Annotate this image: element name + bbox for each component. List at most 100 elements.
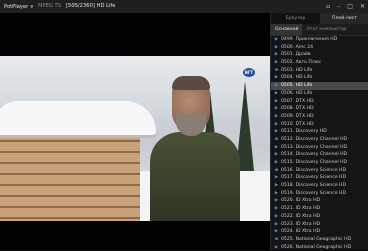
play-icon: ▶ bbox=[274, 52, 279, 58]
playlist-item[interactable]: ▶ 0505. HD Life bbox=[271, 82, 368, 90]
playlist-item-label: 0525. National Geographic HD bbox=[281, 236, 352, 242]
cabin-roof bbox=[0, 101, 156, 135]
play-icon: ▶ bbox=[274, 144, 279, 150]
playlist-item[interactable]: ▶ 0500. Amc 24 bbox=[271, 44, 368, 52]
playlist-item-label: 0503. HD Life bbox=[281, 67, 313, 73]
play-icon: ▶ bbox=[274, 183, 279, 189]
app-name: PotPlayer bbox=[4, 4, 29, 10]
play-icon: ▶ bbox=[274, 121, 279, 127]
playlist-item[interactable]: ▶ 0502. Авто Плюс bbox=[271, 59, 368, 67]
play-icon: ▶ bbox=[274, 113, 279, 119]
playlist-item[interactable]: ▶ 0513. Discovery Channel HD bbox=[271, 144, 368, 152]
play-icon: ▶ bbox=[274, 98, 279, 104]
maximize-icon[interactable]: □ bbox=[347, 0, 353, 13]
playlist-item[interactable]: ▶ 0510. DTX HD bbox=[271, 121, 368, 129]
playlist-item-label: 0523. ID Xtra HD bbox=[281, 221, 321, 227]
play-icon: ▶ bbox=[274, 129, 279, 135]
playlist-panel: Браузер Плей-лист Основной Этот компьюте… bbox=[270, 13, 368, 250]
play-icon: ▶ bbox=[274, 206, 279, 212]
codec-label: MPEG TS bbox=[38, 3, 62, 9]
playlist-item-label: 0506. HD Life bbox=[281, 90, 313, 96]
play-icon: ▶ bbox=[274, 37, 279, 42]
playlist-item-label: 0517. Discovery Science HD bbox=[281, 175, 347, 181]
playlist-item-label: 0510. DTX HD bbox=[281, 121, 314, 127]
playlist-item-label: 0505. HD Life bbox=[281, 83, 313, 89]
playlist-item-label: 0513. Discovery Channel HD bbox=[281, 144, 348, 150]
playlist-item[interactable]: ▶ 0521. ID Xtra HD bbox=[271, 205, 368, 213]
ie-icon: e bbox=[274, 67, 279, 73]
playlist-item[interactable]: ▶ 0519. Discovery Science HD bbox=[271, 190, 368, 198]
playlist-item[interactable]: ▶ 0522. ID Xtra HD bbox=[271, 213, 368, 221]
playlist-item-label: 0512. Discovery Channel HD bbox=[281, 136, 348, 142]
app-menu-button[interactable]: PotPlayer ▼ bbox=[4, 0, 33, 14]
play-icon: ▶ bbox=[274, 175, 279, 181]
play-icon: ▶ bbox=[274, 75, 279, 81]
playlist-item-label: 0516. Discovery Science HD bbox=[281, 167, 347, 173]
playlist-item-label: 0514. Discovery Channel HD bbox=[281, 152, 348, 158]
chevron-down-icon: ▼ bbox=[30, 4, 34, 9]
play-icon: ▶ bbox=[274, 44, 279, 50]
playlist-item[interactable]: ▶ 0509. DTX HD bbox=[271, 113, 368, 121]
window-controls: ▫ – □ ✕ bbox=[326, 0, 365, 13]
ie-icon: e bbox=[274, 136, 279, 142]
play-icon: ▶ bbox=[274, 213, 279, 219]
play-icon: ▶ bbox=[274, 60, 279, 66]
ie-icon: e bbox=[274, 167, 279, 173]
playlist-item[interactable]: e 0512. Discovery Channel HD bbox=[271, 136, 368, 144]
play-icon: ▶ bbox=[274, 90, 279, 96]
playlist-item[interactable]: ▶ 0517. Discovery Science HD bbox=[271, 174, 368, 182]
play-icon: ▶ bbox=[274, 229, 279, 235]
play-icon: ▶ bbox=[274, 106, 279, 112]
subtab-main[interactable]: Основной bbox=[271, 24, 303, 35]
playlist-item-label: 0507. DTX HD bbox=[281, 98, 314, 104]
video-area[interactable]: ВГТ bbox=[0, 13, 270, 250]
playlist-item-label: 0518. Discovery Science HD bbox=[281, 183, 347, 189]
video-cabin bbox=[0, 101, 156, 221]
playlist-item[interactable]: ▶ 0520. ID Xtra HD bbox=[271, 197, 368, 205]
play-icon: ▶ bbox=[274, 152, 279, 158]
playlist-item[interactable]: ▶ 0499. Приключения HD bbox=[271, 36, 368, 44]
playlist-item-label: 0524. ID Xtra HD bbox=[281, 229, 321, 235]
playlist-item[interactable]: ▶ 0506. HD Life bbox=[271, 90, 368, 98]
playlist-item[interactable]: ▶ 0518. Discovery Science HD bbox=[271, 182, 368, 190]
playlist-item[interactable]: e 0516. Discovery Science HD bbox=[271, 167, 368, 175]
playlist-list: ▶ 0499. Приключения HD ▶ 0500. Amc 24 ▶ 0501.… bbox=[271, 36, 368, 251]
close-icon[interactable]: ✕ bbox=[360, 0, 365, 13]
playlist-item-label: 0504. HD Life bbox=[281, 75, 313, 81]
playlist-subtabs: Основной Этот компьютер bbox=[271, 24, 368, 36]
play-icon: ▶ bbox=[274, 83, 279, 89]
panel-tabs: Браузер Плей-лист bbox=[271, 13, 368, 24]
playlist-item[interactable]: ▶ 0515. Discovery Channel HD bbox=[271, 159, 368, 167]
cabin-logs bbox=[0, 131, 140, 221]
playlist-item-label: 0520. ID Xtra HD bbox=[281, 198, 321, 204]
playlist-item-label: 0501. Драйв bbox=[281, 52, 311, 58]
playlist-item-label: 0521. ID Xtra HD bbox=[281, 206, 321, 212]
tab-playlist[interactable]: Плей-лист bbox=[320, 13, 368, 24]
play-icon: ▶ bbox=[274, 160, 279, 165]
channel-logo: ВГТ bbox=[243, 68, 255, 77]
playlist-item-label: 0519. Discovery Science HD bbox=[281, 190, 347, 196]
playlist-item[interactable]: ▶ 0507. DTX HD bbox=[271, 98, 368, 106]
playlist-item-label: 0509. DTX HD bbox=[281, 113, 314, 119]
subtab-this-computer[interactable]: Этот компьютер bbox=[302, 24, 350, 35]
pin-icon[interactable]: ▫ bbox=[326, 0, 330, 13]
playlist-item[interactable]: e 0503. HD Life bbox=[271, 67, 368, 75]
playlist-item[interactable]: e 0525. National Geographic HD bbox=[271, 236, 368, 244]
play-icon: ▶ bbox=[274, 221, 279, 227]
playlist-item[interactable]: ▶ 0524. ID Xtra HD bbox=[271, 228, 368, 236]
playlist-item-label: 0499. Приключения HD bbox=[281, 37, 338, 42]
playlist-item[interactable]: ▶ 0514. Discovery Channel HD bbox=[271, 151, 368, 159]
playlist-item[interactable]: ▶ 0523. ID Xtra HD bbox=[271, 221, 368, 229]
playlist-item-label: 0522. ID Xtra HD bbox=[281, 213, 321, 219]
window-title: [505/2360] HD Life bbox=[66, 3, 116, 9]
playlist-item[interactable]: ▶ 0504. HD Life bbox=[271, 74, 368, 82]
playlist-item[interactable]: ▶ 0501. Драйв bbox=[271, 51, 368, 59]
playlist-item[interactable]: ▶ 0508. DTX HD bbox=[271, 105, 368, 113]
person-hair bbox=[172, 76, 210, 90]
play-icon: ▶ bbox=[274, 198, 279, 204]
playlist-item-label: 0515. Discovery Channel HD bbox=[281, 160, 348, 165]
minimize-icon[interactable]: – bbox=[337, 0, 340, 13]
title-bar: PotPlayer ▼ MPEG TS [505/2360] HD Life ▫ … bbox=[0, 0, 368, 14]
playlist-item[interactable]: ▶ 0511. Discovery HD bbox=[271, 128, 368, 136]
tab-browser[interactable]: Браузер bbox=[271, 13, 320, 24]
